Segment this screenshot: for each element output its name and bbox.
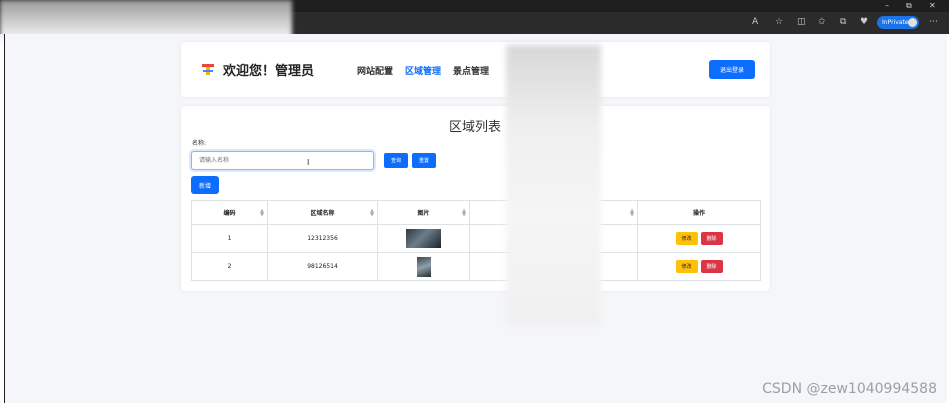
text-cursor-icon: I: [307, 158, 310, 167]
cell-actions: 修改 删除: [637, 252, 761, 281]
sort-icon[interactable]: ▲ ▼: [260, 209, 264, 218]
header-card: 欢迎您！管理员 网站配置 区域管理 景点管理 退出登录: [181, 42, 770, 97]
inprivate-label: InPrivate: [882, 19, 909, 26]
page-content: 欢迎您！管理员 网站配置 区域管理 景点管理 退出登录 区域列表 名称: I 查…: [4, 34, 947, 403]
name-search-input[interactable]: [191, 151, 374, 170]
close-icon[interactable]: ✕: [929, 1, 936, 10]
split-screen-icon[interactable]: ◫: [797, 17, 806, 27]
name-label: 名称:: [192, 140, 207, 147]
cell-code: 1: [191, 224, 268, 253]
collections-icon[interactable]: ⧉: [840, 17, 846, 27]
blurred-overlay: [506, 45, 601, 325]
cell-image: [377, 252, 470, 281]
edit-button[interactable]: 修改: [675, 260, 698, 273]
sort-icon[interactable]: ▲ ▼: [630, 209, 634, 218]
nav-site-config[interactable]: 网站配置: [357, 64, 393, 77]
welcome-title: 欢迎您！管理员: [223, 64, 315, 79]
column-header-name[interactable]: 区域名称 ▲ ▼: [267, 200, 378, 225]
logo-icon: [202, 64, 214, 75]
cell-name: 98126514: [267, 252, 378, 281]
favorites-icon[interactable]: ✩: [818, 17, 826, 27]
restore-icon[interactable]: ⧉: [906, 1, 912, 11]
watermark: CSDN @zew1040994588: [762, 381, 937, 397]
cell-image: [377, 224, 470, 253]
column-header-actions: 操作: [637, 200, 761, 225]
nav-attraction-management[interactable]: 景点管理: [453, 64, 489, 77]
add-button[interactable]: 新增: [191, 176, 219, 194]
sort-icon[interactable]: ▲ ▼: [370, 209, 374, 218]
area-table: 编码 ▲ ▼ 区域名称 ▲ ▼ 图片 ▲ ▼ ▲ ▼ 操作 1 12312356 修改 删除: [191, 200, 761, 281]
list-title: 区域列表: [449, 120, 502, 135]
area-thumbnail: [406, 229, 441, 248]
read-aloud-icon[interactable]: A: [752, 17, 758, 27]
inprivate-badge[interactable]: InPrivate: [877, 16, 919, 29]
cell-actions: 修改 删除: [637, 224, 761, 253]
cell-name: 12312356: [267, 224, 378, 253]
profile-avatar: [908, 18, 917, 27]
column-header-image[interactable]: 图片 ▲ ▼: [377, 200, 470, 225]
logout-button[interactable]: 退出登录: [709, 60, 755, 79]
area-thumbnail: [416, 256, 431, 277]
table-header-row: 编码 ▲ ▼ 区域名称 ▲ ▼ 图片 ▲ ▼ ▲ ▼ 操作: [191, 200, 761, 225]
edit-button[interactable]: 修改: [675, 232, 698, 245]
search-button[interactable]: 查询: [384, 153, 408, 168]
table-row: 1 12312356 修改 删除: [191, 224, 761, 253]
reset-button[interactable]: 重置: [412, 153, 436, 168]
delete-button[interactable]: 删除: [700, 260, 723, 273]
column-header-code[interactable]: 编码 ▲ ▼: [191, 200, 268, 225]
delete-button[interactable]: 删除: [700, 232, 723, 245]
favorite-add-icon[interactable]: ☆: [775, 17, 783, 27]
table-row: 2 98126514 修改 删除: [191, 252, 761, 281]
minimize-icon[interactable]: –: [885, 1, 889, 10]
nav-area-management[interactable]: 区域管理: [405, 64, 441, 77]
area-list-card: 区域列表 名称: I 查询 重置 新增 编码▲▼ 区域名称▲▼ 图片▲▼ ▲▼ …: [181, 106, 770, 291]
more-menu-icon[interactable]: ⋯: [929, 17, 938, 27]
performance-icon[interactable]: ♥: [860, 17, 868, 27]
cell-code: 2: [191, 252, 268, 281]
sort-icon[interactable]: ▲ ▼: [462, 209, 466, 218]
